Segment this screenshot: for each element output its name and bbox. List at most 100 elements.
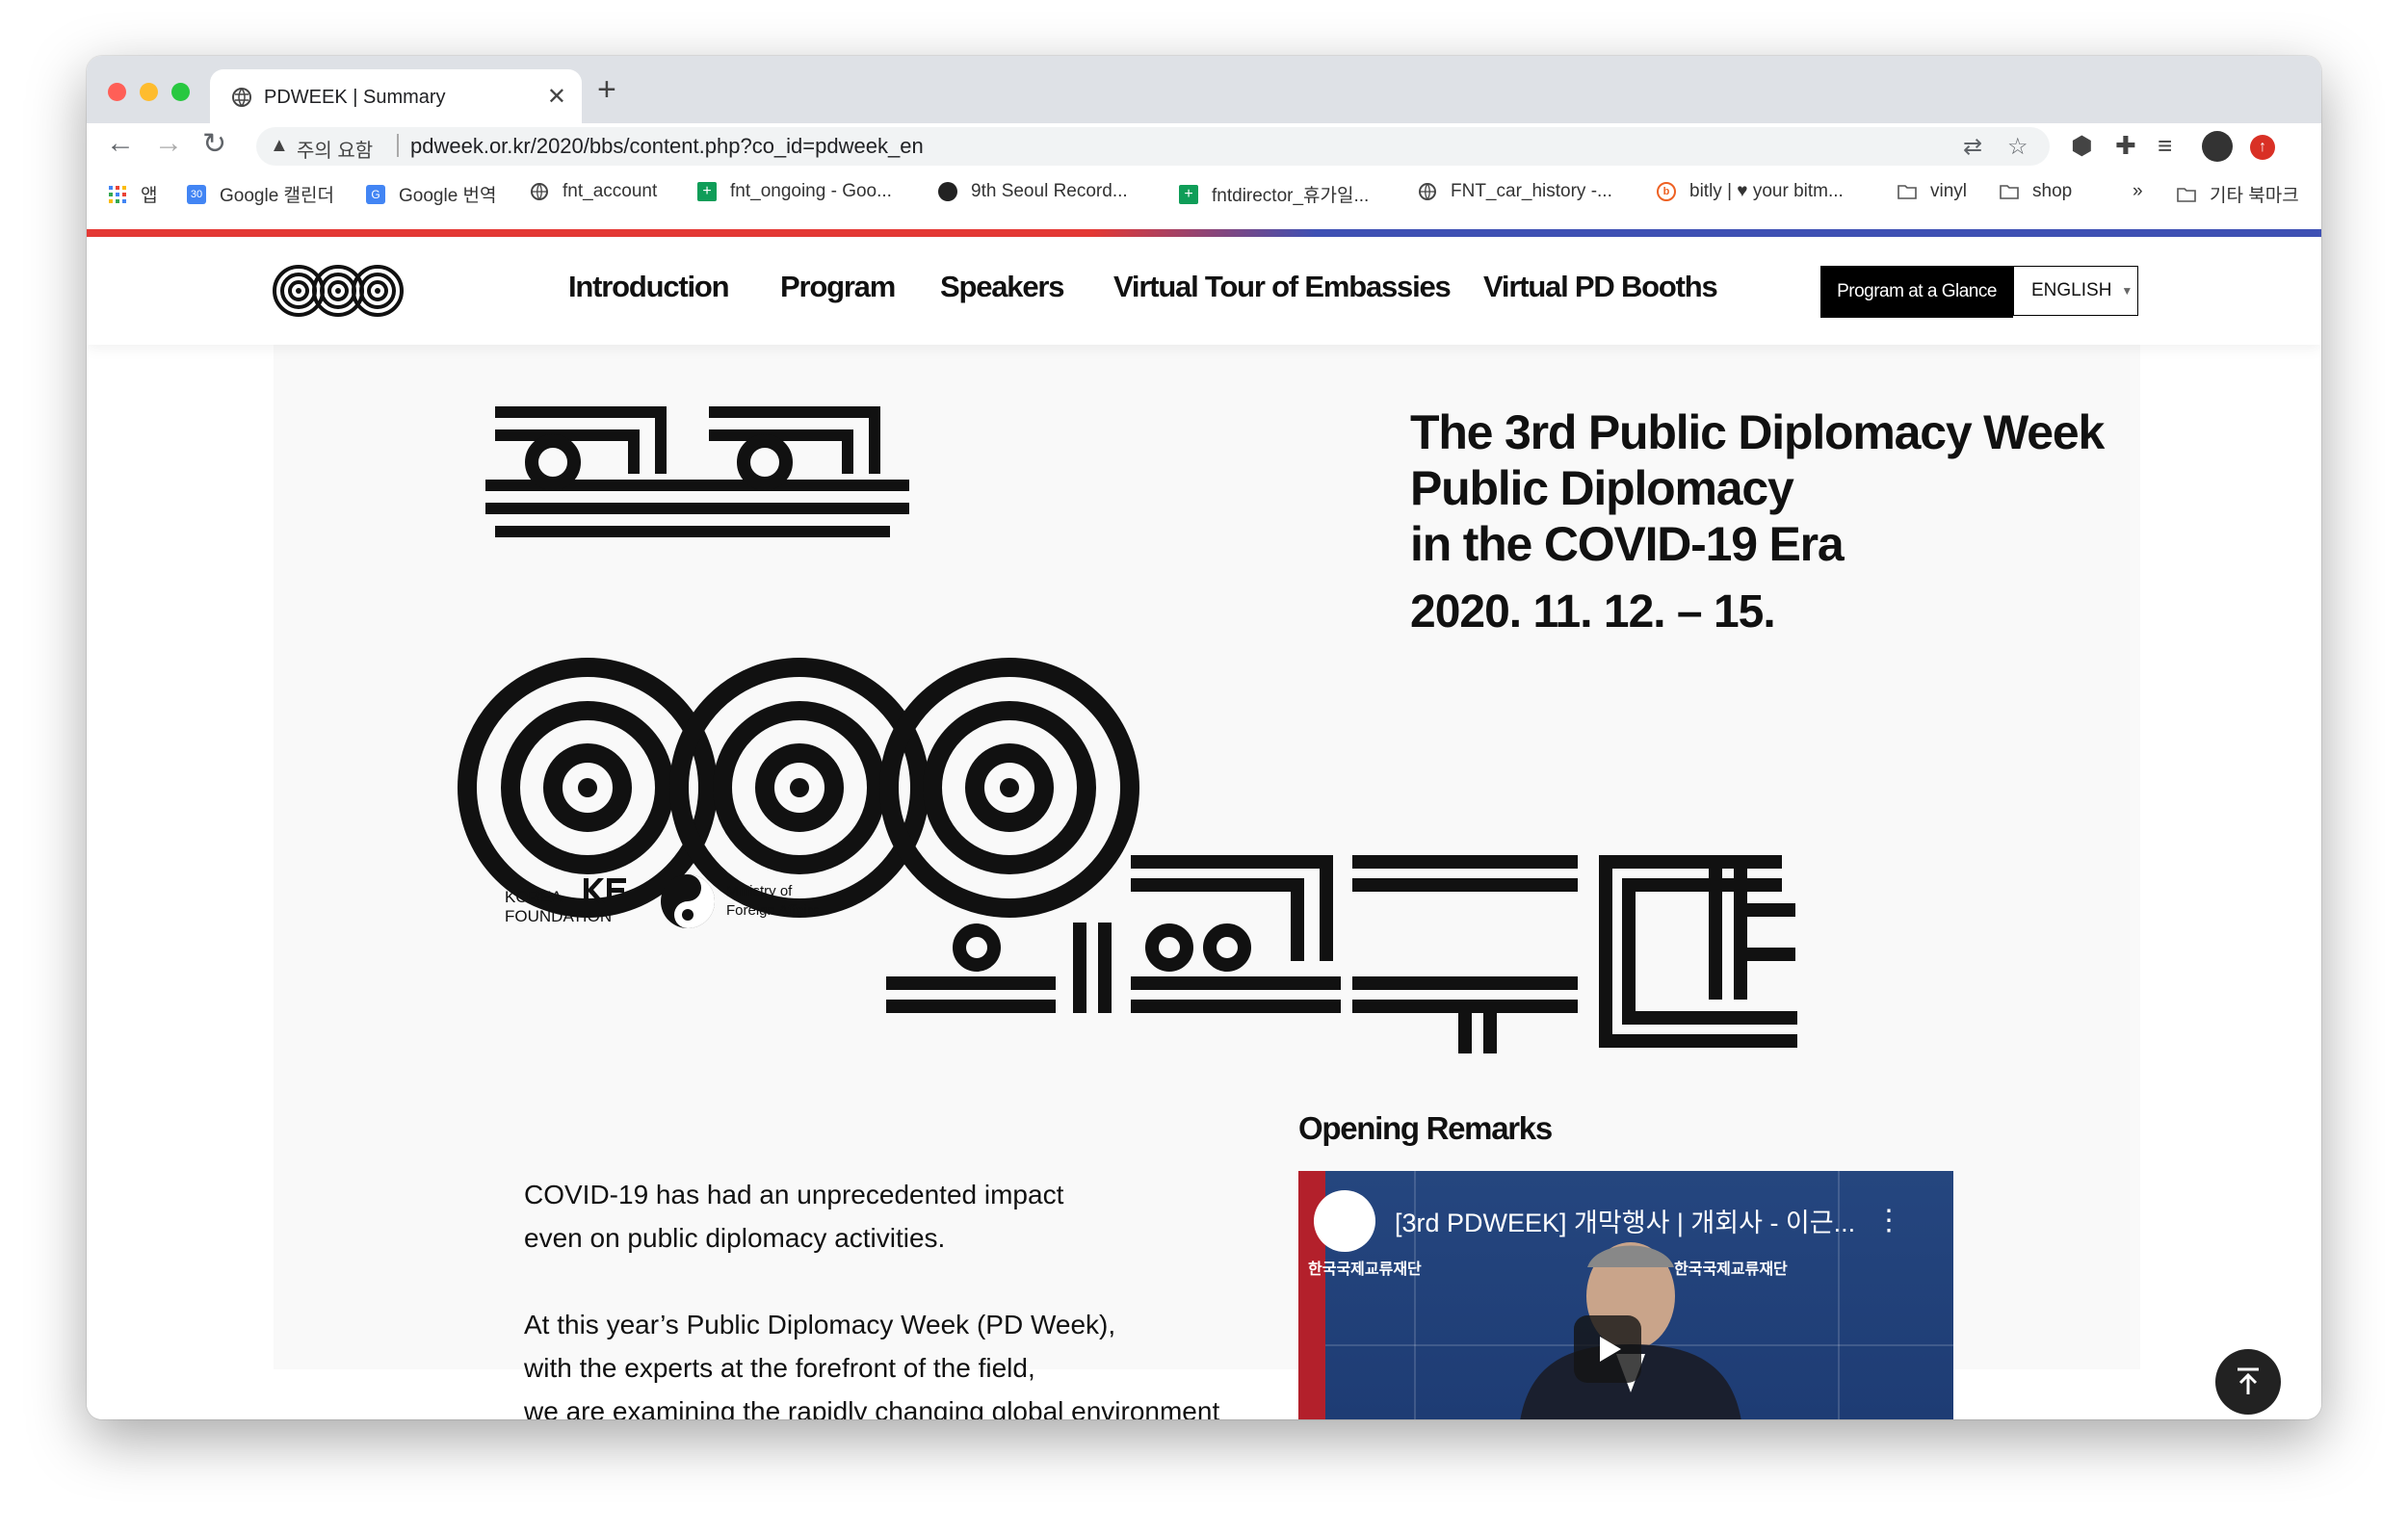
mofa-logo: Ministry of Foreign Affairs: [659, 872, 819, 935]
para1-line2: even on public diplomacy activities.: [524, 1223, 946, 1253]
window-controls: [108, 83, 190, 101]
extensions-puzzle-icon[interactable]: ✚: [2115, 131, 2136, 161]
hero-title: The 3rd Public Diplomacy Week Public Dip…: [1410, 404, 2105, 572]
bookmark-label: vinyl: [1930, 181, 1968, 201]
folder-icon: [2177, 187, 2196, 202]
play-icon: [1600, 1337, 1621, 1362]
nav-program[interactable]: Program: [780, 270, 896, 304]
reload-button[interactable]: ↻: [202, 127, 226, 161]
taegeuk-icon: [661, 874, 715, 928]
tab-title: PDWEEK | Summary: [264, 87, 446, 108]
more-options-icon[interactable]: ⋮: [1874, 1204, 1903, 1237]
hero-title-line2: Public Diplomacy: [1410, 461, 1794, 515]
warning-icon[interactable]: ▲: [270, 135, 289, 157]
new-tab-button[interactable]: +: [597, 71, 616, 109]
minimize-window-button[interactable]: [140, 83, 158, 101]
kf-line2: FOUNDATION: [505, 907, 613, 925]
bookmark-label: 9th Seoul Record...: [971, 181, 1128, 201]
opening-remarks-video[interactable]: 한국국제교류재단 한국국제교류재단 [3rd PDWEEK] 개막행사 | 개회…: [1298, 1171, 1953, 1419]
bookmark-label: fnt_account: [563, 181, 658, 201]
bookmark-bitly[interactable]: b bitly | ♥ your bitm...: [1657, 181, 1844, 202]
globe-icon: [232, 88, 251, 107]
bookmark-label: shop: [2032, 181, 2073, 201]
para2-line3: we are examining the rapidly changing gl…: [524, 1396, 1220, 1419]
close-tab-icon[interactable]: ✕: [547, 83, 566, 111]
other-bookmarks[interactable]: 기타 북마크: [2177, 181, 2299, 207]
bitly-icon: b: [1657, 182, 1676, 201]
maximize-window-button[interactable]: [171, 83, 190, 101]
folder-icon: [2000, 185, 2019, 199]
bookmark-shop[interactable]: shop: [2000, 181, 2072, 202]
page-content: The 3rd Public Diplomacy Week Public Dip…: [87, 345, 2321, 1419]
close-window-button[interactable]: [108, 83, 126, 101]
bookmark-star-icon[interactable]: ☆: [2007, 133, 2028, 161]
chevron-down-icon: ▼: [2121, 284, 2133, 298]
hero-title-line3: in the COVID-19 Era: [1410, 517, 1845, 571]
mofa-line2: Foreign Affairs: [726, 902, 820, 919]
intro-paragraph-1: COVID-19 has had an unprecedented impact…: [524, 1173, 1219, 1260]
arrow-up-icon: [2238, 1367, 2259, 1394]
calendar-icon: 30: [187, 184, 206, 204]
language-select[interactable]: ENGLISH ▼: [2013, 266, 2138, 316]
bookmark-label: 앱: [141, 186, 158, 206]
bookmark-calendar[interactable]: 30 Google 캘린더: [187, 181, 334, 207]
extension-cube-icon[interactable]: ⬢: [2071, 131, 2093, 161]
profile-avatar[interactable]: [2202, 131, 2233, 162]
bookmark-fntdirector[interactable]: + fntdirector_휴가일...: [1179, 181, 1369, 207]
color-stripe: [87, 229, 2321, 237]
forward-button[interactable]: →: [154, 127, 183, 160]
url-text[interactable]: pdweek.or.kr/2020/bbs/content.php?co_id=…: [410, 134, 924, 159]
scroll-to-top-button[interactable]: [2215, 1349, 2281, 1415]
nav-introduction[interactable]: Introduction: [568, 270, 730, 304]
play-button[interactable]: [1574, 1315, 1641, 1383]
globe-icon: [531, 183, 548, 200]
nav-virtual-pd-booths[interactable]: Virtual PD Booths: [1483, 270, 1718, 304]
sheets-icon: +: [697, 182, 717, 201]
intro-paragraph-2: At this year’s Public Diplomacy Week (PD…: [524, 1303, 1219, 1419]
sheets-icon: +: [1179, 184, 1198, 204]
bookmarks-overflow-button[interactable]: »: [2133, 181, 2143, 202]
translate-icon[interactable]: ⇄: [1963, 133, 1982, 161]
intro-text: COVID-19 has had an unprecedented impact…: [524, 1173, 1219, 1419]
channel-avatar[interactable]: [1314, 1190, 1375, 1252]
bookmark-fnt-ongoing[interactable]: + fnt_ongoing - Goo...: [697, 181, 892, 202]
para2-line2: with the experts at the forefront of the…: [524, 1353, 1035, 1383]
nav-speakers[interactable]: Speakers: [940, 270, 1064, 304]
bookmark-translate[interactable]: G Google 번역: [366, 181, 497, 207]
globe-icon: [1419, 183, 1436, 200]
para2-line1: At this year’s Public Diplomacy Week (PD…: [524, 1310, 1116, 1339]
tab-active[interactable]: PDWEEK | Summary ✕: [210, 69, 582, 123]
update-icon[interactable]: ↑: [2250, 135, 2275, 160]
omnibox-divider: [397, 134, 399, 157]
bookmark-apps[interactable]: 앱: [108, 181, 157, 207]
video-title[interactable]: [3rd PDWEEK] 개막행사 | 개회사 - 이근...: [1395, 1202, 1855, 1239]
bookmark-label: Google 번역: [399, 186, 497, 206]
bookmark-vinyl[interactable]: vinyl: [1898, 181, 1967, 202]
back-button[interactable]: ←: [106, 127, 135, 160]
record-icon: [938, 182, 957, 201]
other-bookmarks-label: 기타 북마크: [2210, 186, 2299, 206]
hero-title-line1: The 3rd Public Diplomacy Week: [1410, 405, 2105, 459]
browser-window: PDWEEK | Summary ✕ + ← → ↻ ▲ 주의 요함 pdwee…: [87, 56, 2321, 1419]
apps-icon: [109, 185, 126, 203]
tab-strip: PDWEEK | Summary ✕ +: [87, 56, 2321, 123]
bookmark-label: FNT_car_history -...: [1451, 181, 1612, 201]
address-bar[interactable]: ▲ 주의 요함 pdweek.or.kr/2020/bbs/content.ph…: [256, 127, 2050, 166]
video-backdrop-text: 한국국제교류재단: [1308, 1261, 1422, 1278]
para1-line1: COVID-19 has had an unprecedented impact: [524, 1180, 1064, 1209]
reading-list-icon[interactable]: ≡: [2158, 131, 2172, 161]
hero-date: 2020. 11. 12. – 15.: [1410, 586, 1776, 637]
nav-virtual-tour[interactable]: Virtual Tour of Embassies: [1113, 270, 1452, 304]
mofa-text: Ministry of Foreign Affairs: [726, 882, 819, 921]
bookmark-fnt-car-history[interactable]: FNT_car_history -...: [1418, 181, 1612, 202]
program-at-a-glance-button[interactable]: Program at a Glance: [1820, 266, 2013, 318]
browser-toolbar: ← → ↻ ▲ 주의 요함 pdweek.or.kr/2020/bbs/cont…: [87, 123, 2321, 169]
pdweek-logo[interactable]: [272, 264, 405, 318]
folder-icon: [1898, 185, 1917, 199]
security-label[interactable]: 주의 요함: [297, 135, 373, 163]
bookmark-seoul-record[interactable]: 9th Seoul Record...: [938, 181, 1128, 202]
korea-foundation-logo: KOREA FOUNDATION: [505, 874, 630, 925]
bookmark-fnt-account[interactable]: fnt_account: [530, 181, 657, 202]
kf-line1: KOREA: [505, 888, 563, 906]
opening-remarks-heading: Opening Remarks: [1298, 1110, 1553, 1146]
